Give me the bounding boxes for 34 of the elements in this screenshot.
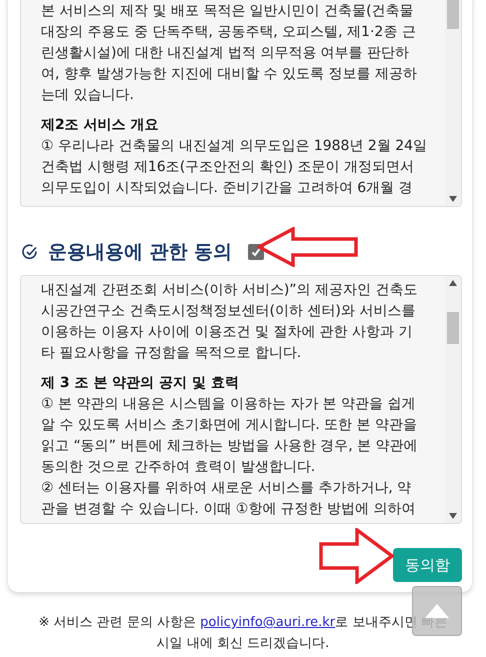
terms-line: ① 우리나라 건축물의 내진설계 의무도입은 1988년 2월 24일 xyxy=(41,137,428,156)
up-triangle-icon xyxy=(425,604,449,618)
scroll-down-icon[interactable] xyxy=(449,196,457,202)
scroll-up-icon[interactable] xyxy=(449,280,457,286)
email-link[interactable]: policyinfo@auri.re.kr xyxy=(200,615,336,630)
scroll-down-icon[interactable] xyxy=(449,513,457,519)
terms-line: 타 필요사항을 규정함을 목적으로 합니다. xyxy=(41,344,302,363)
section-title: 운용내용에 관한 동의 xyxy=(48,240,232,265)
terms-line: 알 수 있도록 서비스 초기화면에 게시합니다. 또한 본 약관을 xyxy=(41,416,418,435)
terms-line: 본 서비스의 제작 및 배포 목적은 일반시민이 건축물(건축물 xyxy=(41,2,415,21)
terms-line: 여, 향후 발생가능한 지진에 대비할 수 있도록 정보를 제공하 xyxy=(41,65,418,84)
terms-line: 동의한 것으로 간주하여 효력이 발생합니다. xyxy=(41,458,316,477)
terms-line: 대장의 주용도 중 단독주택, 공동주택, 오피스텔, 제1·2종 근 xyxy=(41,23,417,42)
checkmark-icon xyxy=(251,247,262,257)
terms-text-box[interactable] xyxy=(20,275,462,524)
terms-text-box[interactable] xyxy=(20,0,462,207)
terms-line: 관을 변경할 수 있습니다. 이때 ①항에 규정한 방법에 의하여 xyxy=(41,500,417,519)
terms-line: ② 센터는 이용자를 위하여 새로운 서비스를 추가하거나, 약 xyxy=(41,479,412,498)
terms-line: 는데 있습니다. xyxy=(41,86,135,105)
scrollbar-thumb[interactable] xyxy=(447,0,459,29)
terms-line: ① 본 약관의 내용은 시스템을 이용하는 자가 본 약관을 쉽게 xyxy=(41,395,417,414)
scrollbar[interactable] xyxy=(445,0,461,206)
terms-line: 읽고 “동의” 버튼에 체크하는 방법을 사용한 경우, 본 약관에 xyxy=(41,437,419,456)
terms-line: 린생활시설)에 대한 내진설계 법적 의무적용 여부를 판단하 xyxy=(41,44,410,63)
terms-line: 이용하는 이용자 사이에 이용조건 및 절차에 관한 사항과 기 xyxy=(41,323,414,342)
scrollbar[interactable] xyxy=(445,276,461,523)
terms-line: 내진설계 간편조회 서비스(이하 서비스)”의 제공자인 건축도 xyxy=(41,281,418,300)
terms-line: 시공간연구소 건축도시정책정보센터(이하 센터)와 서비스를 xyxy=(41,302,416,321)
article-heading: 제2조 서비스 개요 xyxy=(41,116,160,135)
check-circle-icon xyxy=(22,244,38,260)
terms-line: 건축법 시행령 제16조(구조안전의 확인) 조문이 개정되면서 xyxy=(41,158,415,177)
article-heading: 제 3 조 본 약관의 공지 및 효력 xyxy=(41,374,240,393)
terms-line: 의무도입이 시작되었습니다. 준비기간을 고려하여 6개월 경 xyxy=(41,179,414,198)
scrollbar-thumb[interactable] xyxy=(447,312,459,344)
